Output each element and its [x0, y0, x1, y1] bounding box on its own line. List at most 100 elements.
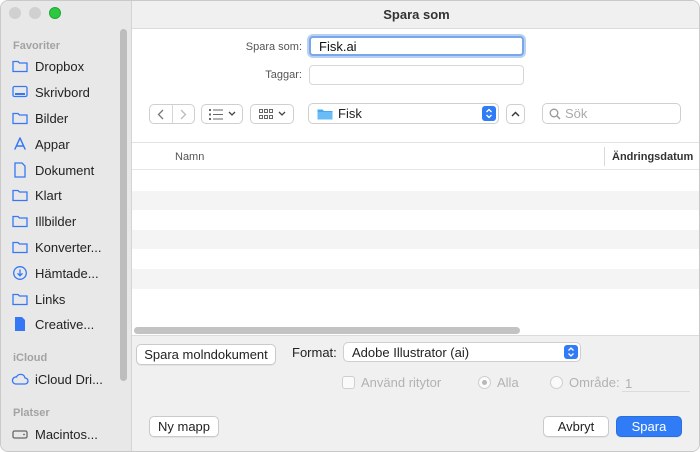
sidebar-item-label: Appar [35, 136, 70, 152]
search-field[interactable] [542, 103, 681, 124]
cancel-button[interactable]: Avbryt [543, 416, 609, 437]
location-popup[interactable]: Fisk [308, 103, 499, 124]
range-option[interactable]: Område: [550, 375, 620, 390]
cloud-icon [11, 370, 29, 388]
sidebar-item-label: Klart [35, 187, 62, 203]
close-window-button[interactable] [9, 7, 21, 19]
folder-icon [11, 109, 29, 127]
save-as-label: Spara som: [245, 41, 302, 53]
save-cloud-document-button[interactable]: Spara molndokument [136, 344, 276, 365]
file-list-row [132, 229, 699, 250]
sidebar-item-documents[interactable]: Dokument [11, 158, 121, 182]
desktop-icon [11, 83, 29, 101]
format-select[interactable]: Adobe Illustrator (ai) [343, 342, 581, 362]
file-icon [11, 315, 29, 333]
folder-icon [11, 57, 29, 75]
sidebar-item-label: Konverter... [35, 239, 102, 255]
window-title: Spara som [383, 7, 450, 22]
list-view-button[interactable] [201, 104, 243, 124]
sidebar-item-konverter[interactable]: Konverter... [11, 235, 121, 259]
all-option[interactable]: Alla [478, 375, 519, 390]
column-header-date[interactable]: Ändringsdatum [604, 147, 693, 166]
sidebar-item-macintosh-hd[interactable]: Macintos... [11, 422, 121, 446]
chevron-up-icon [511, 111, 520, 117]
sidebar-item-desktop[interactable]: Skrivbord [11, 80, 121, 104]
sidebar-item-pictures[interactable]: Bilder [11, 106, 121, 130]
back-forward-buttons [149, 104, 195, 124]
sidebar-item-label: Dokument [35, 162, 95, 178]
range-label: Område: [569, 375, 620, 390]
save-button[interactable]: Spara [616, 416, 682, 437]
format-value: Adobe Illustrator (ai) [352, 344, 470, 360]
updown-chevron-icon [482, 106, 496, 121]
sidebar-item-label: Links [35, 291, 66, 307]
all-radio[interactable] [478, 376, 491, 389]
sidebar-item-klart[interactable]: Klart [11, 183, 121, 207]
use-artboards-checkbox[interactable] [342, 376, 355, 389]
sidebar-item-dropbox[interactable]: Dropbox [11, 54, 121, 78]
file-list[interactable]: Namn Ändringsdatum [132, 142, 699, 335]
list-icon [208, 108, 223, 120]
format-label: Format: [292, 345, 337, 360]
range-input[interactable]: 1 [622, 376, 690, 392]
file-list-row [132, 289, 699, 309]
sidebar-section-icloud: iCloud [13, 352, 48, 364]
back-button[interactable] [150, 105, 172, 123]
sidebar-item-label: Illbilder [35, 213, 77, 229]
file-list-header: Namn Ändringsdatum [132, 143, 699, 170]
folder-icon [11, 290, 29, 308]
sidebar-item-label: Hämtade... [35, 265, 99, 281]
use-artboards-option[interactable]: Använd ritytor [342, 375, 441, 390]
chevron-down-icon [278, 111, 285, 116]
titlebar: Spara som [132, 1, 699, 29]
chevron-right-icon [180, 109, 187, 119]
sidebar-item-downloads[interactable]: Hämtade... [11, 261, 121, 285]
sidebar-scrollbar[interactable] [120, 29, 127, 381]
tags-label: Taggar: [265, 69, 302, 81]
search-input[interactable] [565, 106, 675, 121]
horizontal-scrollbar[interactable] [134, 327, 520, 334]
sidebar-item-illbilder[interactable]: Illbilder [11, 209, 121, 233]
window-controls [9, 7, 61, 19]
sidebar: Favoriter Dropbox Skrivbord Bilder Appar… [1, 1, 132, 451]
download-icon [11, 264, 29, 282]
file-list-row [132, 210, 699, 230]
grid-view-button[interactable] [250, 104, 294, 124]
sidebar-item-apps[interactable]: Appar [11, 132, 121, 156]
sidebar-item-label: Macintos... [35, 426, 98, 442]
expand-collapse-button[interactable] [506, 104, 525, 124]
zoom-window-button[interactable] [49, 7, 61, 19]
chevron-left-icon [157, 109, 164, 119]
sidebar-item-icloud-drive[interactable]: iCloud Dri... [11, 367, 121, 391]
file-list-row [132, 268, 699, 289]
sidebar-item-label: Creative... [35, 316, 95, 332]
range-radio[interactable] [550, 376, 563, 389]
column-header-name[interactable]: Namn [175, 151, 204, 163]
sidebar-section-places: Platser [13, 407, 50, 419]
sidebar-item-label: Skrivbord [35, 84, 90, 100]
search-icon [549, 108, 561, 119]
save-dialog: Favoriter Dropbox Skrivbord Bilder Appar… [0, 0, 700, 452]
chevron-down-icon [228, 111, 235, 116]
sidebar-item-creative[interactable]: Creative... [11, 312, 121, 336]
save-as-input[interactable] [309, 36, 524, 56]
new-folder-button[interactable]: Ny mapp [149, 416, 219, 437]
tags-field[interactable] [309, 65, 524, 85]
sidebar-item-links[interactable]: Links [11, 287, 121, 311]
forward-button[interactable] [171, 105, 195, 123]
file-list-row [132, 249, 699, 269]
minimize-window-button[interactable] [29, 7, 41, 19]
file-list-row [132, 171, 699, 191]
folder-icon [11, 186, 29, 204]
sidebar-item-label: iCloud Dri... [35, 371, 103, 387]
file-list-rows [132, 171, 699, 309]
sidebar-section-favorites: Favoriter [13, 40, 61, 52]
folder-icon [317, 109, 333, 119]
disk-icon [11, 425, 29, 443]
main-panel: Spara som Spara som: Taggar: Fisk [132, 1, 699, 451]
folder-icon [11, 238, 29, 256]
grid-icon [258, 108, 273, 119]
apps-icon [11, 135, 29, 153]
sidebar-item-label: Bilder [35, 110, 69, 126]
use-artboards-label: Använd ritytor [361, 375, 442, 390]
